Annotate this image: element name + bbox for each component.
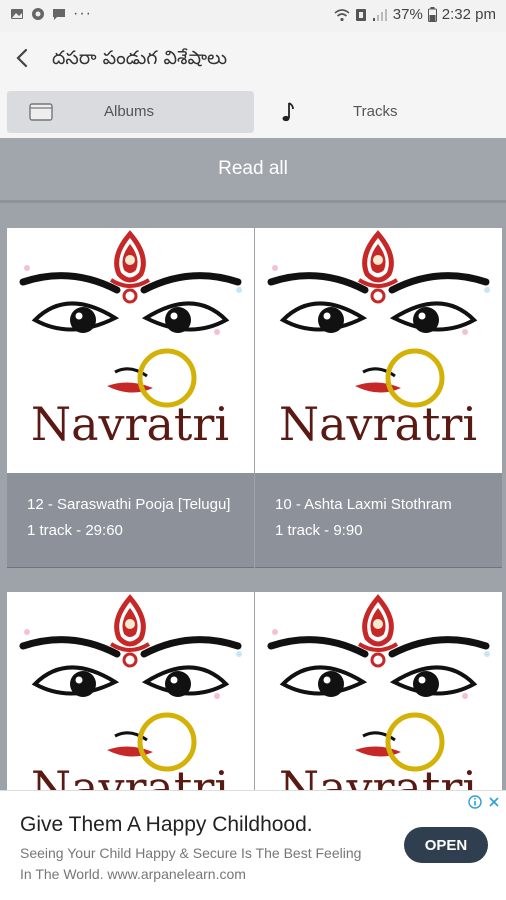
album-info: 12 - Saraswathi Pooja [Telugu] 1 track -… <box>7 473 254 568</box>
album-title: 10 - Ashta Laxmi Stothram <box>275 496 452 513</box>
tab-tracks[interactable]: Tracks <box>256 91 499 133</box>
album-card[interactable]: Navratri <box>255 592 502 790</box>
ad-banner[interactable]: Give Them A Happy Childhood. Seeing Your… <box>0 790 506 900</box>
album-art: Navratri <box>255 592 502 790</box>
album-meta: 1 track - 9:90 <box>275 522 363 539</box>
read-all-button[interactable]: Read all <box>0 138 506 200</box>
wifi-icon <box>334 8 350 21</box>
album-title: 12 - Saraswathi Pooja [Telugu] <box>27 496 231 513</box>
back-arrow-icon <box>16 48 28 68</box>
artwork-navratri-text: Navratri <box>279 761 477 790</box>
ad-close-icon[interactable] <box>488 796 500 808</box>
signal-icon <box>372 8 387 21</box>
back-button[interactable] <box>8 44 36 72</box>
ad-open-button[interactable]: OPEN <box>404 827 488 863</box>
artwork-navratri-text: Navratri <box>279 397 477 451</box>
ad-title: Give Them A Happy Childhood. <box>20 813 313 836</box>
artwork-navratri-text: Navratri <box>31 397 229 451</box>
album-meta: 1 track - 29:60 <box>27 522 123 539</box>
read-all-label: Read all <box>218 158 288 179</box>
tab-tracks-label: Tracks <box>353 103 398 120</box>
album-art: Navratri <box>7 228 254 473</box>
app-bar: దసరా పండుగ విశేషాలు <box>0 32 506 84</box>
tab-bar: Albums Tracks <box>0 84 506 138</box>
album-card[interactable]: Navratri 12 - Saraswathi Pooja [Telugu] … <box>7 228 254 568</box>
data-icon <box>355 8 366 21</box>
battery-percent: 37% <box>392 6 423 23</box>
status-right: 37% 2:32 pm <box>334 6 496 23</box>
status-bar: ··· 37% 2:32 pm <box>0 0 506 32</box>
tab-albums[interactable]: Albums <box>7 91 254 133</box>
navratri-artwork: Navratri <box>19 230 242 451</box>
album-icon <box>29 101 53 121</box>
gallery-icon <box>11 9 23 19</box>
music-note-icon <box>280 101 296 123</box>
clock: 2:32 pm <box>441 6 496 23</box>
album-art: Navratri <box>255 228 502 473</box>
notification-dots: ··· <box>73 5 92 22</box>
navratri-artwork: Navratri <box>267 594 490 790</box>
album-card[interactable]: Navratri <box>7 592 254 790</box>
page-title: దసరా పండుగ విశేషాలు <box>52 47 228 69</box>
album-grid: Navratri 12 - Saraswathi Pooja [Telugu] … <box>0 200 506 790</box>
tab-albums-label: Albums <box>104 103 155 120</box>
album-card[interactable]: Navratri 10 - Ashta Laxmi Stothram 1 tra… <box>255 228 502 568</box>
status-left: ··· <box>10 5 92 22</box>
album-info: 10 - Ashta Laxmi Stothram 1 track - 9:90 <box>255 473 502 568</box>
ad-info-icon[interactable] <box>468 795 482 809</box>
ad-choices[interactable] <box>468 795 500 809</box>
navratri-artwork: Navratri <box>267 230 490 451</box>
battery-icon <box>427 7 437 22</box>
album-art: Navratri <box>7 592 254 790</box>
artwork-navratri-text: Navratri <box>31 761 229 790</box>
chat-icon <box>53 9 65 20</box>
chrome-icon <box>32 8 44 20</box>
ad-description: Seeing Your Child Happy & Secure Is The … <box>20 845 362 882</box>
navratri-artwork: Navratri <box>19 594 242 790</box>
